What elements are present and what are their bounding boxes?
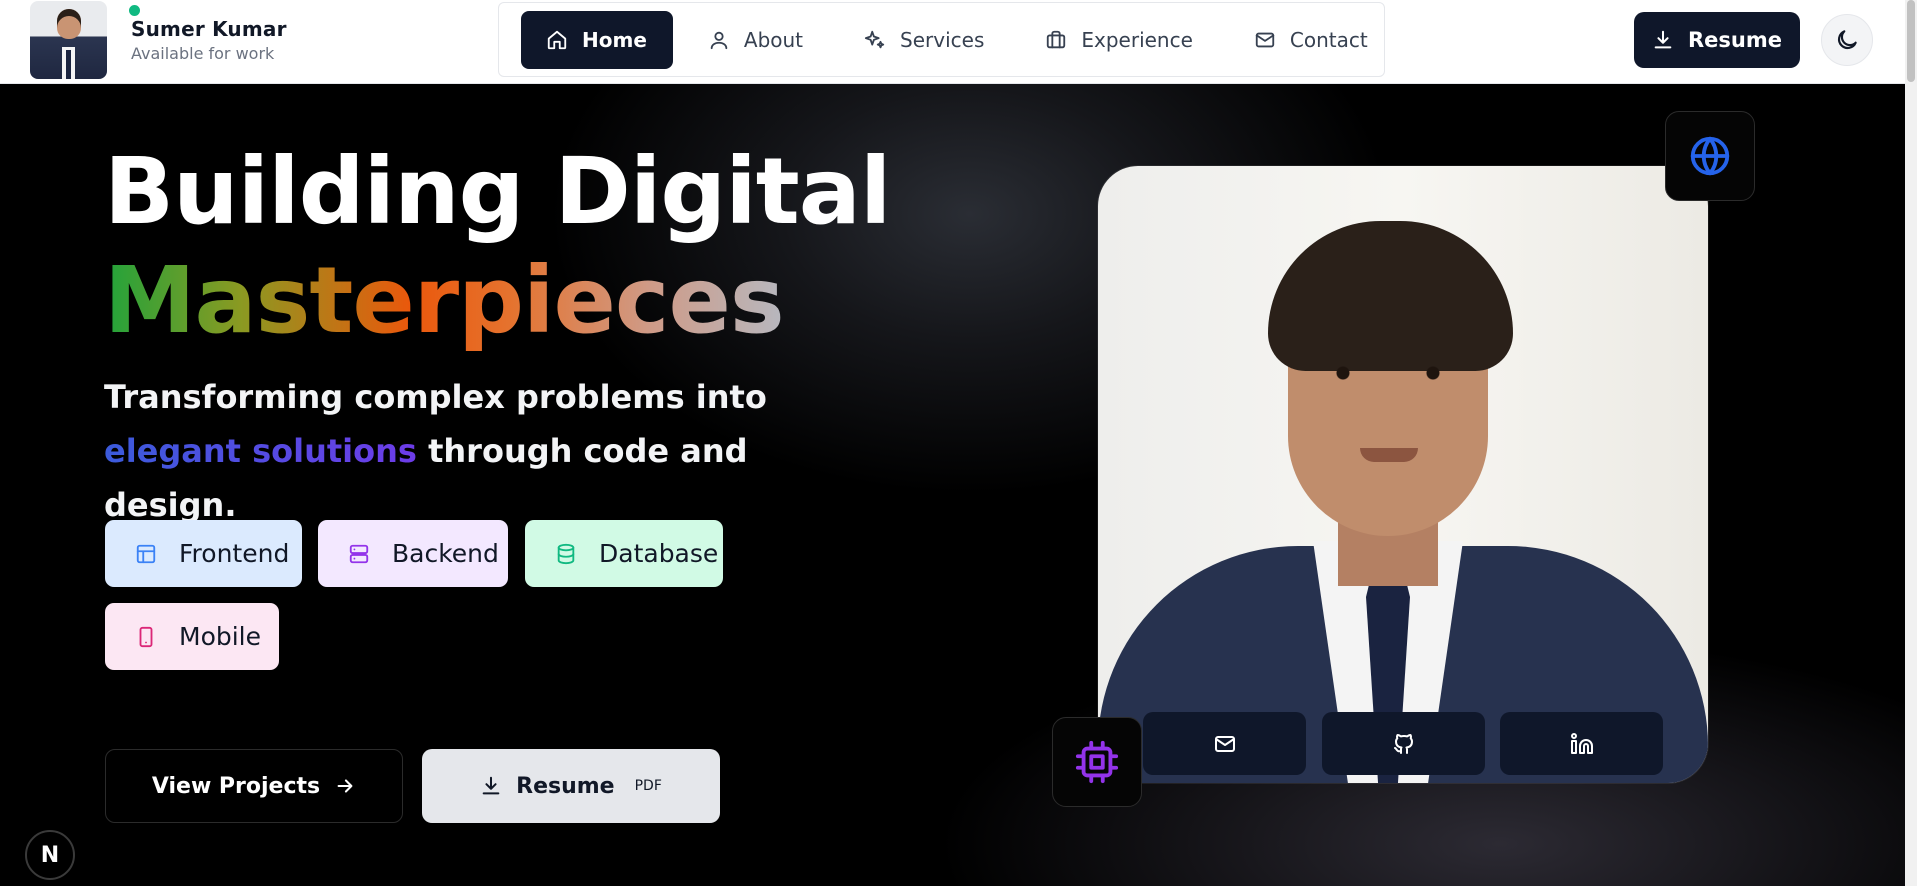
email-link-button[interactable] xyxy=(1143,712,1306,775)
smartphone-icon xyxy=(139,626,153,647)
chip-label: Database xyxy=(599,539,719,568)
mail-icon xyxy=(1214,735,1235,752)
nav-item-label: Home xyxy=(582,27,647,52)
page-scrollbar[interactable] xyxy=(1905,0,1917,886)
linkedin-link-button[interactable] xyxy=(1500,712,1663,775)
nav-item-label: Experience xyxy=(1081,27,1193,52)
hero-title-gradient: Masterpieces xyxy=(104,247,785,354)
nav-item-home[interactable]: Home xyxy=(521,10,673,69)
hero-resume-button[interactable]: Resume PDF xyxy=(422,749,720,823)
avatar xyxy=(30,1,107,79)
brand-name: Sumer Kumar xyxy=(131,17,287,41)
profile-photo xyxy=(1098,166,1708,783)
nav-item-services[interactable]: Services xyxy=(838,11,1010,69)
layout-icon xyxy=(136,544,156,563)
home-icon xyxy=(547,30,567,49)
view-projects-label: View Projects xyxy=(151,773,321,799)
skill-chip-backend[interactable]: Backend xyxy=(318,520,508,587)
nav-item-label: Contact xyxy=(1289,27,1368,52)
hero-title: Building Digital xyxy=(104,138,891,245)
skill-chip-frontend[interactable]: Frontend xyxy=(105,520,302,587)
resume-cta-label: Resume xyxy=(516,773,615,799)
nav-item-about[interactable]: About xyxy=(682,11,829,69)
theme-toggle-button[interactable] xyxy=(1821,14,1873,66)
github-icon xyxy=(1393,733,1413,754)
github-link-button[interactable] xyxy=(1322,712,1485,775)
header-resume-button[interactable]: Resume xyxy=(1634,12,1800,68)
skill-chip-database[interactable]: Database xyxy=(525,520,723,587)
globe-icon xyxy=(1690,136,1730,176)
server-icon xyxy=(349,544,369,563)
hero-tagline: Transforming complex problems into elega… xyxy=(104,370,804,532)
main-nav: Home About Services Experience Contact xyxy=(498,2,1385,77)
brand[interactable]: Sumer Kumar Available for work xyxy=(30,0,287,80)
online-status-dot xyxy=(127,3,142,18)
chip-label: Frontend xyxy=(179,539,290,568)
cpu-icon xyxy=(1075,740,1119,784)
skill-chip-mobile[interactable]: Mobile xyxy=(105,603,279,670)
resume-button-label: Resume xyxy=(1688,28,1782,52)
chip-label: Mobile xyxy=(179,622,262,651)
nav-item-experience[interactable]: Experience xyxy=(1019,11,1219,69)
sparkles-icon xyxy=(864,30,885,48)
availability-status: Available for work xyxy=(131,44,275,63)
database-icon xyxy=(557,543,575,564)
nextjs-dev-badge[interactable]: N xyxy=(25,830,75,880)
download-icon xyxy=(1654,30,1672,49)
badge-letter: N xyxy=(40,842,60,868)
chip-label: Backend xyxy=(392,539,499,568)
site-header: Sumer Kumar Available for work Home Abou… xyxy=(0,0,1905,84)
user-icon xyxy=(710,31,728,49)
nav-item-label: About xyxy=(743,27,804,52)
moon-icon xyxy=(1837,30,1857,50)
pdf-tag: PDF xyxy=(634,778,662,794)
nav-item-contact[interactable]: Contact xyxy=(1228,11,1394,69)
mail-icon xyxy=(1255,32,1275,47)
tagline-text: Transforming complex problems into xyxy=(104,378,767,416)
cpu-badge xyxy=(1052,717,1142,807)
hero-section: Building Digital Masterpieces Transformi… xyxy=(0,84,1905,886)
tagline-highlight: elegant solutions xyxy=(104,432,417,470)
globe-badge xyxy=(1665,111,1755,201)
briefcase-icon xyxy=(1047,30,1066,48)
nav-item-label: Services xyxy=(900,27,985,52)
download-icon xyxy=(482,776,500,795)
linkedin-icon xyxy=(1570,732,1593,754)
view-projects-button[interactable]: View Projects xyxy=(105,749,403,823)
arrow-right-icon xyxy=(337,779,353,793)
